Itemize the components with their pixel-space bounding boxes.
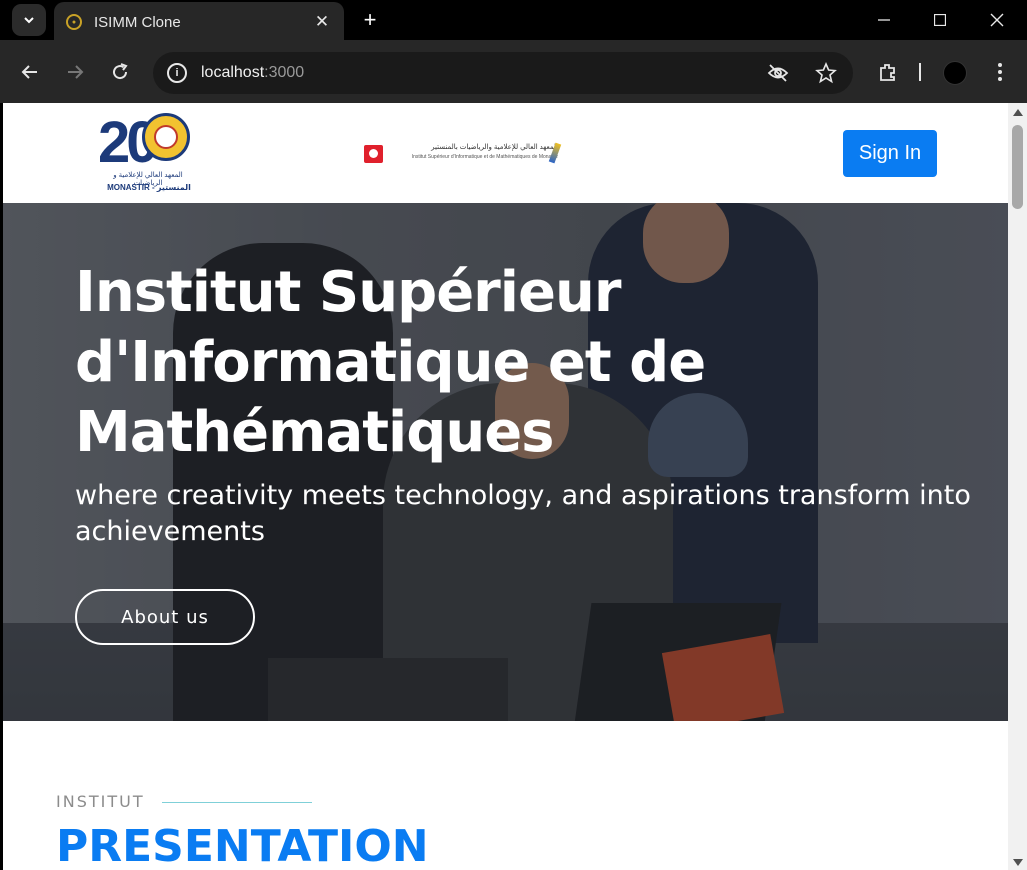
browser-tab[interactable]: ● ISIMM Clone ✕	[54, 2, 344, 42]
tab-title: ISIMM Clone	[94, 13, 181, 31]
section-kicker: INSTITUT	[56, 792, 145, 811]
scroll-up-arrow-icon[interactable]	[1013, 109, 1023, 116]
kicker-divider	[162, 802, 312, 803]
site-navbar: 20 المعهد العالي للإعلامية و الرياضيات M…	[3, 103, 1008, 203]
tab-bar: ● ISIMM Clone ✕ +	[0, 0, 1027, 42]
hero-banner: Institut Supérieur d'Informatique et de …	[3, 203, 1008, 721]
browser-toolbar: i localhost :3000	[0, 40, 1027, 103]
site-info-icon[interactable]: i	[167, 63, 187, 83]
extensions-icon[interactable]	[876, 60, 900, 84]
menu-kebab-icon[interactable]	[988, 60, 1012, 84]
close-window-icon[interactable]	[969, 0, 1025, 40]
url-host: localhost	[201, 64, 265, 81]
minimize-icon[interactable]	[856, 0, 912, 40]
institute-french-text: Institut Supérieur d'Informatique et de …	[411, 154, 558, 160]
back-icon[interactable]	[18, 60, 42, 84]
institute-arabic-text: المعهد العالي للإعلامية والرياضيات بالمن…	[431, 144, 558, 151]
profile-avatar[interactable]	[943, 61, 967, 85]
url-port: :3000	[264, 64, 305, 81]
maximize-icon[interactable]	[912, 0, 968, 40]
hero-title: Institut Supérieur d'Informatique et de …	[75, 260, 706, 465]
tunisia-flag-icon	[364, 145, 383, 163]
presentation-section: INSTITUT PRESENTATION	[3, 721, 1008, 870]
logo-seal-icon	[142, 113, 190, 161]
page-viewport: 20 المعهد العالي للإعلامية و الرياضيات M…	[3, 103, 1008, 870]
toolbar-divider	[919, 63, 921, 81]
star-icon[interactable]	[815, 62, 837, 84]
forward-icon[interactable]	[63, 60, 87, 84]
hero-subtitle: where creativity meets technology, and a…	[75, 480, 971, 547]
page-scrollbar[interactable]	[1008, 103, 1027, 870]
tab-search-button[interactable]	[12, 4, 46, 36]
reload-icon[interactable]	[108, 60, 132, 84]
eye-off-icon[interactable]	[767, 62, 789, 84]
scroll-thumb[interactable]	[1012, 125, 1023, 209]
isimm-20-anniversary-logo[interactable]: 20 المعهد العالي للإعلامية و الرياضيات M…	[98, 107, 198, 195]
chevron-down-icon	[24, 17, 34, 24]
scroll-down-arrow-icon[interactable]	[1013, 859, 1023, 866]
institute-banner-logo[interactable]: المعهد العالي للإعلامية والرياضيات بالمن…	[364, 142, 564, 165]
section-title: PRESENTATION	[56, 821, 429, 870]
new-tab-icon[interactable]: +	[358, 7, 382, 32]
address-bar[interactable]: i localhost :3000	[153, 52, 853, 94]
favicon-icon: ●	[66, 14, 82, 30]
logo-city-text: MONASTIR - المنستير	[107, 183, 191, 192]
close-tab-icon[interactable]: ✕	[312, 12, 332, 32]
about-us-button[interactable]: About us	[75, 589, 255, 645]
sign-in-button[interactable]: Sign In	[843, 130, 937, 177]
